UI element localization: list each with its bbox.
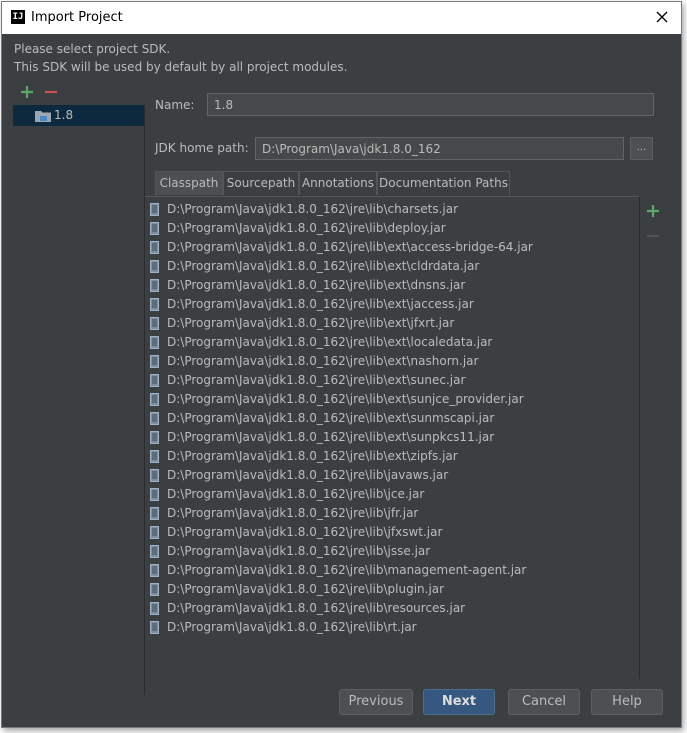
jar-icon <box>150 374 159 387</box>
jar-icon <box>150 279 159 292</box>
close-icon[interactable] <box>653 8 671 26</box>
jar-icon <box>150 222 159 235</box>
classpath-row[interactable]: D:\Program\Java\jdk1.8.0_162\jre\lib\plu… <box>145 580 639 599</box>
sdk-item-label: 1.8 <box>54 108 74 122</box>
sdk-list: 1.8 <box>13 105 145 695</box>
classpath-entry: D:\Program\Java\jdk1.8.0_162\jre\lib\rt.… <box>167 620 417 634</box>
classpath-row[interactable]: D:\Program\Java\jdk1.8.0_162\jre\lib\ext… <box>145 314 639 333</box>
jar-icon <box>150 203 159 216</box>
classpath-entry: D:\Program\Java\jdk1.8.0_162\jre\lib\ext… <box>167 240 533 254</box>
sdk-list-item[interactable]: 1.8 <box>13 105 144 126</box>
classpath-entry: D:\Program\Java\jdk1.8.0_162\jre\lib\ext… <box>167 449 458 463</box>
jar-icon <box>150 393 159 406</box>
classpath-row[interactable]: D:\Program\Java\jdk1.8.0_162\jre\lib\ext… <box>145 333 639 352</box>
tab-sourcepath[interactable]: Sourcepath <box>223 171 299 195</box>
classpath-row[interactable]: D:\Program\Java\jdk1.8.0_162\jre\lib\rt.… <box>145 618 639 637</box>
classpath-entry: D:\Program\Java\jdk1.8.0_162\jre\lib\jfr… <box>167 506 419 520</box>
classpath-row[interactable]: D:\Program\Java\jdk1.8.0_162\jre\lib\cha… <box>145 200 639 219</box>
add-path-plus-icon[interactable] <box>646 203 660 217</box>
tab-classpath[interactable]: Classpath <box>155 171 223 195</box>
import-project-dialog: IJ Import Project Please select project … <box>1 1 682 728</box>
add-sdk-plus-icon[interactable] <box>20 84 34 98</box>
jar-icon <box>150 317 159 330</box>
previous-button[interactable]: Previous <box>339 689 413 715</box>
classpath-entry: D:\Program\Java\jdk1.8.0_162\jre\lib\res… <box>167 601 466 615</box>
jar-icon <box>150 298 159 311</box>
classpath-row[interactable]: D:\Program\Java\jdk1.8.0_162\jre\lib\ext… <box>145 428 639 447</box>
classpath-entry: D:\Program\Java\jdk1.8.0_162\jre\lib\ext… <box>167 430 495 444</box>
classpath-entry: D:\Program\Java\jdk1.8.0_162\jre\lib\ext… <box>167 354 479 368</box>
jar-icon <box>150 583 159 596</box>
name-field[interactable] <box>207 93 654 116</box>
folder-icon <box>35 109 51 122</box>
classpath-entry: D:\Program\Java\jdk1.8.0_162\jre\lib\ext… <box>167 373 466 387</box>
classpath-row[interactable]: D:\Program\Java\jdk1.8.0_162\jre\lib\ext… <box>145 447 639 466</box>
classpath-entry: D:\Program\Java\jdk1.8.0_162\jre\lib\jss… <box>167 544 431 558</box>
classpath-entry: D:\Program\Java\jdk1.8.0_162\jre\lib\dep… <box>167 221 446 235</box>
jar-icon <box>150 336 159 349</box>
intellij-app-icon: IJ <box>11 10 25 24</box>
remove-path-minus-icon[interactable] <box>646 228 660 242</box>
classpath-entry: D:\Program\Java\jdk1.8.0_162\jre\lib\jce… <box>167 487 425 501</box>
classpath-row[interactable]: D:\Program\Java\jdk1.8.0_162\jre\lib\jfr… <box>145 504 639 523</box>
jar-icon <box>150 450 159 463</box>
classpath-row[interactable]: D:\Program\Java\jdk1.8.0_162\jre\lib\ext… <box>145 409 639 428</box>
jar-icon <box>150 469 159 482</box>
classpath-row[interactable]: D:\Program\Java\jdk1.8.0_162\jre\lib\ext… <box>145 257 639 276</box>
classpath-row[interactable]: D:\Program\Java\jdk1.8.0_162\jre\lib\man… <box>145 561 639 580</box>
classpath-entry: D:\Program\Java\jdk1.8.0_162\jre\lib\ext… <box>167 392 524 406</box>
classpath-row[interactable]: D:\Program\Java\jdk1.8.0_162\jre\lib\jce… <box>145 485 639 504</box>
jar-icon <box>150 526 159 539</box>
classpath-entry: D:\Program\Java\jdk1.8.0_162\jre\lib\ext… <box>167 335 493 349</box>
next-button[interactable]: Next <box>423 689 495 715</box>
tab-annotations[interactable]: Annotations <box>299 171 377 195</box>
classpath-row[interactable]: D:\Program\Java\jdk1.8.0_162\jre\lib\res… <box>145 599 639 618</box>
description-line-2: This SDK will be used by default by all … <box>14 60 348 74</box>
title-bar: IJ Import Project <box>2 2 681 34</box>
jar-icon <box>150 488 159 501</box>
cancel-button[interactable]: Cancel <box>508 689 580 715</box>
classpath-entry: D:\Program\Java\jdk1.8.0_162\jre\lib\man… <box>167 563 527 577</box>
classpath-row[interactable]: D:\Program\Java\jdk1.8.0_162\jre\lib\jav… <box>145 466 639 485</box>
jar-icon <box>150 260 159 273</box>
tab-documentation-paths[interactable]: Documentation Paths <box>377 171 510 195</box>
classpath-entry: D:\Program\Java\jdk1.8.0_162\jre\lib\ext… <box>167 278 466 292</box>
jar-icon <box>150 545 159 558</box>
jdk-home-path-field[interactable] <box>255 137 624 160</box>
remove-sdk-minus-icon[interactable] <box>44 84 58 98</box>
classpath-row[interactable]: D:\Program\Java\jdk1.8.0_162\jre\lib\jss… <box>145 542 639 561</box>
jar-icon <box>150 412 159 425</box>
classpath-entry: D:\Program\Java\jdk1.8.0_162\jre\lib\ext… <box>167 297 474 311</box>
jar-icon <box>150 602 159 615</box>
classpath-entry: D:\Program\Java\jdk1.8.0_162\jre\lib\jfx… <box>167 525 443 539</box>
classpath-row[interactable]: D:\Program\Java\jdk1.8.0_162\jre\lib\ext… <box>145 295 639 314</box>
jar-icon <box>150 564 159 577</box>
classpath-row[interactable]: D:\Program\Java\jdk1.8.0_162\jre\lib\jfx… <box>145 523 639 542</box>
classpath-row[interactable]: D:\Program\Java\jdk1.8.0_162\jre\lib\ext… <box>145 390 639 409</box>
classpath-list: D:\Program\Java\jdk1.8.0_162\jre\lib\cha… <box>145 196 640 679</box>
name-label: Name: <box>155 98 195 112</box>
classpath-row[interactable]: D:\Program\Java\jdk1.8.0_162\jre\lib\ext… <box>145 371 639 390</box>
browse-button[interactable]: ... <box>630 137 653 160</box>
classpath-entry: D:\Program\Java\jdk1.8.0_162\jre\lib\ext… <box>167 316 455 330</box>
classpath-row[interactable]: D:\Program\Java\jdk1.8.0_162\jre\lib\ext… <box>145 238 639 257</box>
classpath-entry: D:\Program\Java\jdk1.8.0_162\jre\lib\plu… <box>167 582 445 596</box>
classpath-row[interactable]: D:\Program\Java\jdk1.8.0_162\jre\lib\ext… <box>145 276 639 295</box>
jar-icon <box>150 355 159 368</box>
jdk-home-path-label: JDK home path: <box>155 141 249 155</box>
classpath-entry: D:\Program\Java\jdk1.8.0_162\jre\lib\cha… <box>167 202 459 216</box>
classpath-entry: D:\Program\Java\jdk1.8.0_162\jre\lib\ext… <box>167 411 495 425</box>
classpath-row[interactable]: D:\Program\Java\jdk1.8.0_162\jre\lib\dep… <box>145 219 639 238</box>
window-title: Import Project <box>31 10 123 25</box>
classpath-row[interactable]: D:\Program\Java\jdk1.8.0_162\jre\lib\ext… <box>145 352 639 371</box>
jar-icon <box>150 241 159 254</box>
classpath-entry: D:\Program\Java\jdk1.8.0_162\jre\lib\jav… <box>167 468 449 482</box>
help-button[interactable]: Help <box>591 689 663 715</box>
jar-icon <box>150 431 159 444</box>
jar-icon <box>150 621 159 634</box>
description-line-1: Please select project SDK. <box>14 42 171 56</box>
jar-icon <box>150 507 159 520</box>
classpath-entry: D:\Program\Java\jdk1.8.0_162\jre\lib\ext… <box>167 259 480 273</box>
